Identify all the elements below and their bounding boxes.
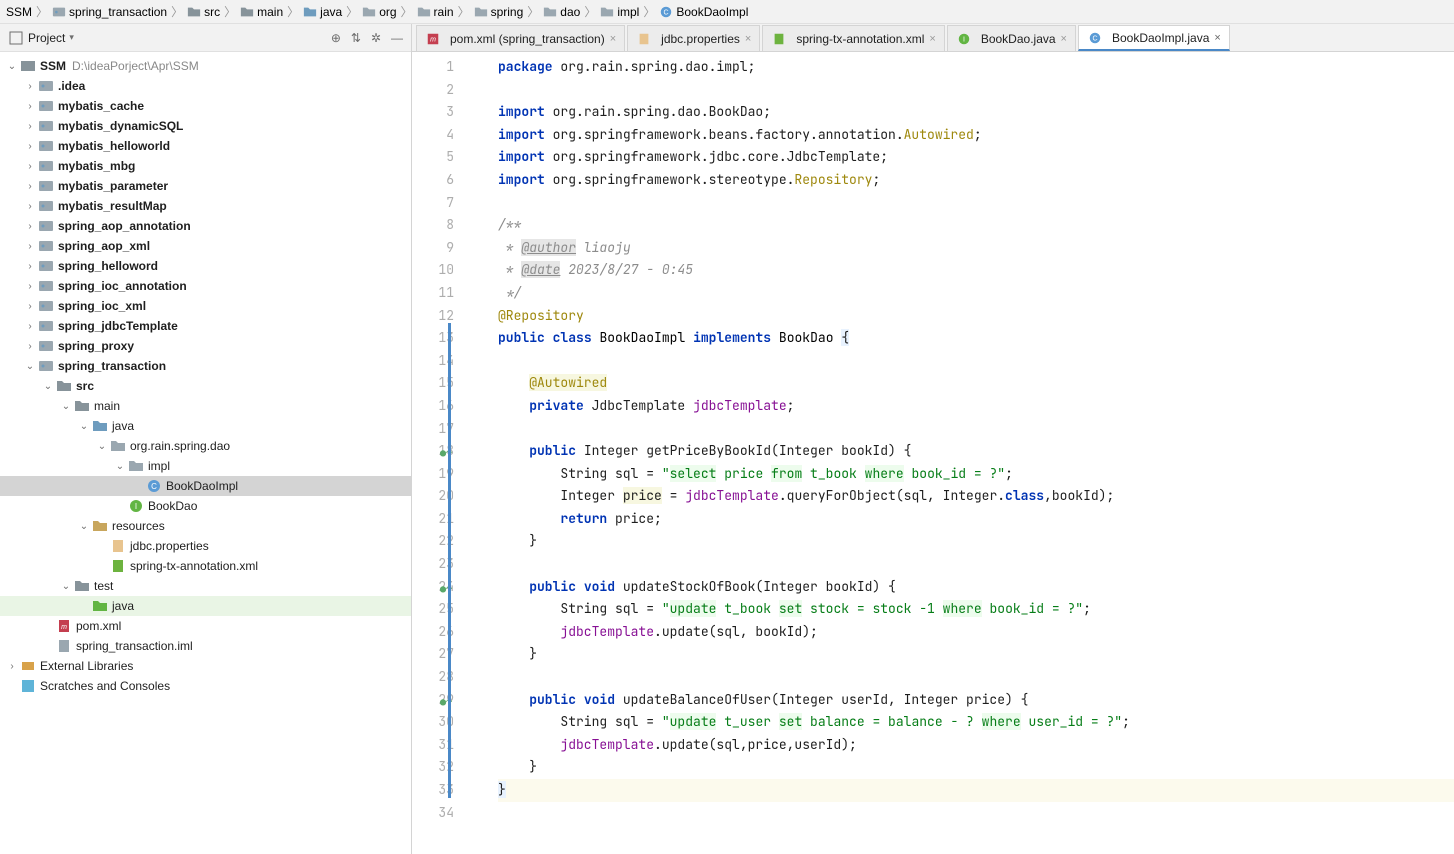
tab-bookdao-java[interactable]: IBookDao.java×: [947, 25, 1076, 51]
close-icon[interactable]: ×: [610, 33, 616, 45]
tree-pom[interactable]: mpom.xml: [0, 616, 411, 636]
svg-text:C: C: [664, 9, 669, 16]
vcs-change-bar: [448, 323, 451, 798]
bc-src[interactable]: src: [187, 5, 220, 19]
bc-main[interactable]: main: [240, 5, 283, 19]
tree-impl[interactable]: ⌄impl: [0, 456, 411, 476]
tree-module-mybatis_parameter[interactable]: ›mybatis_parameter: [0, 176, 411, 196]
tree-module-spring_proxy[interactable]: ›spring_proxy: [0, 336, 411, 356]
tree-module-mybatis_cache[interactable]: ›mybatis_cache: [0, 96, 411, 116]
bc-ssm[interactable]: SSM: [6, 5, 32, 19]
tab-spring-tx-annotation-xml[interactable]: spring-tx-annotation.xml×: [762, 25, 945, 51]
tree-resources[interactable]: ⌄resources: [0, 516, 411, 536]
tree-module-spring_helloword[interactable]: ›spring_helloword: [0, 256, 411, 276]
tree-module-spring_aop_annotation[interactable]: ›spring_aop_annotation: [0, 216, 411, 236]
editor-tabs: mpom.xml (spring_transaction)×jdbc.prope…: [412, 24, 1454, 52]
tree-module-mybatis_helloworld[interactable]: ›mybatis_helloworld: [0, 136, 411, 156]
tree-main[interactable]: ⌄main: [0, 396, 411, 416]
close-icon[interactable]: ×: [1061, 33, 1067, 45]
tree-class-bookdaoimpl[interactable]: CBookDaoImpl: [0, 476, 411, 496]
svg-text:C: C: [1092, 35, 1097, 42]
tree-iml[interactable]: spring_transaction.iml: [0, 636, 411, 656]
svg-text:C: C: [151, 482, 157, 491]
breadcrumb: SSM〉 spring_transaction〉 src〉 main〉 java…: [0, 0, 1454, 24]
tree-module-mybatis_mbg[interactable]: ›mybatis_mbg: [0, 156, 411, 176]
tree-test[interactable]: ⌄test: [0, 576, 411, 596]
tab-pom-xml--spring-transaction-[interactable]: mpom.xml (spring_transaction)×: [416, 25, 625, 51]
tree-src[interactable]: ⌄src: [0, 376, 411, 396]
tree-jdbc-props[interactable]: jdbc.properties: [0, 536, 411, 556]
project-view-selector[interactable]: Project ▾: [8, 30, 331, 46]
tree-module-spring_ioc_xml[interactable]: ›spring_ioc_xml: [0, 296, 411, 316]
tree-module-spring_ioc_annotation[interactable]: ›spring_ioc_annotation: [0, 276, 411, 296]
bc-file[interactable]: CBookDaoImpl: [659, 5, 748, 19]
svg-text:m: m: [61, 624, 67, 631]
tree-scratches[interactable]: Scratches and Consoles: [0, 676, 411, 696]
hide-icon[interactable]: —: [391, 31, 403, 45]
tree-iface-bookdao[interactable]: IBookDao: [0, 496, 411, 516]
file-icon: [636, 31, 652, 47]
tree-module-mybatis_dynamicSQL[interactable]: ›mybatis_dynamicSQL: [0, 116, 411, 136]
bc-java[interactable]: java: [303, 5, 342, 19]
tree-test-java[interactable]: java: [0, 596, 411, 616]
project-tree[interactable]: ⌄ SSMD:\ideaPorject\Apr\SSM ›.idea›mybat…: [0, 52, 411, 854]
bc-module[interactable]: spring_transaction: [52, 5, 167, 19]
svg-text:I: I: [135, 502, 137, 511]
tree-package[interactable]: ⌄org.rain.spring.dao: [0, 436, 411, 456]
sidebar-header: Project ▾ ⊕ ⇅ ✲ —: [0, 24, 411, 52]
close-icon[interactable]: ×: [929, 33, 935, 45]
bc-rain[interactable]: rain: [417, 5, 454, 19]
close-icon[interactable]: ×: [1214, 32, 1220, 44]
file-icon: C: [1087, 30, 1103, 46]
bc-impl[interactable]: impl: [600, 5, 639, 19]
bc-dao[interactable]: dao: [543, 5, 580, 19]
file-icon: [771, 31, 787, 47]
project-tool-window: Project ▾ ⊕ ⇅ ✲ — ⌄ SSMD:\ideaPorject\Ap…: [0, 24, 412, 854]
gutter[interactable]: 123456789101112131415161718●↑19202122232…: [412, 52, 472, 854]
tree-module-spring_jdbcTemplate[interactable]: ›spring_jdbcTemplate: [0, 316, 411, 336]
tab-jdbc-properties[interactable]: jdbc.properties×: [627, 25, 760, 51]
tree-root[interactable]: ⌄ SSMD:\ideaPorject\Apr\SSM: [0, 56, 411, 76]
svg-text:I: I: [963, 36, 965, 43]
file-icon: m: [425, 31, 441, 47]
settings-icon[interactable]: ✲: [371, 31, 381, 45]
code-editor[interactable]: 123456789101112131415161718●↑19202122232…: [412, 52, 1454, 854]
tree-spring-xml[interactable]: spring-tx-annotation.xml: [0, 556, 411, 576]
tree-module-spring_aop_xml[interactable]: ›spring_aop_xml: [0, 236, 411, 256]
tree-module-mybatis_resultMap[interactable]: ›mybatis_resultMap: [0, 196, 411, 216]
bc-spring[interactable]: spring: [474, 5, 524, 19]
bc-org[interactable]: org: [362, 5, 396, 19]
tree-module-spring_transaction[interactable]: ⌄spring_transaction: [0, 356, 411, 376]
close-icon[interactable]: ×: [745, 33, 751, 45]
locate-icon[interactable]: ⊕: [331, 31, 341, 45]
tree-module-.idea[interactable]: ›.idea: [0, 76, 411, 96]
svg-text:m: m: [430, 36, 436, 43]
tree-java[interactable]: ⌄java: [0, 416, 411, 436]
expand-icon[interactable]: ⇅: [351, 31, 361, 45]
tree-ext-lib[interactable]: ›External Libraries: [0, 656, 411, 676]
tab-bookdaoimpl-java[interactable]: CBookDaoImpl.java×: [1078, 25, 1230, 51]
file-icon: I: [956, 31, 972, 47]
